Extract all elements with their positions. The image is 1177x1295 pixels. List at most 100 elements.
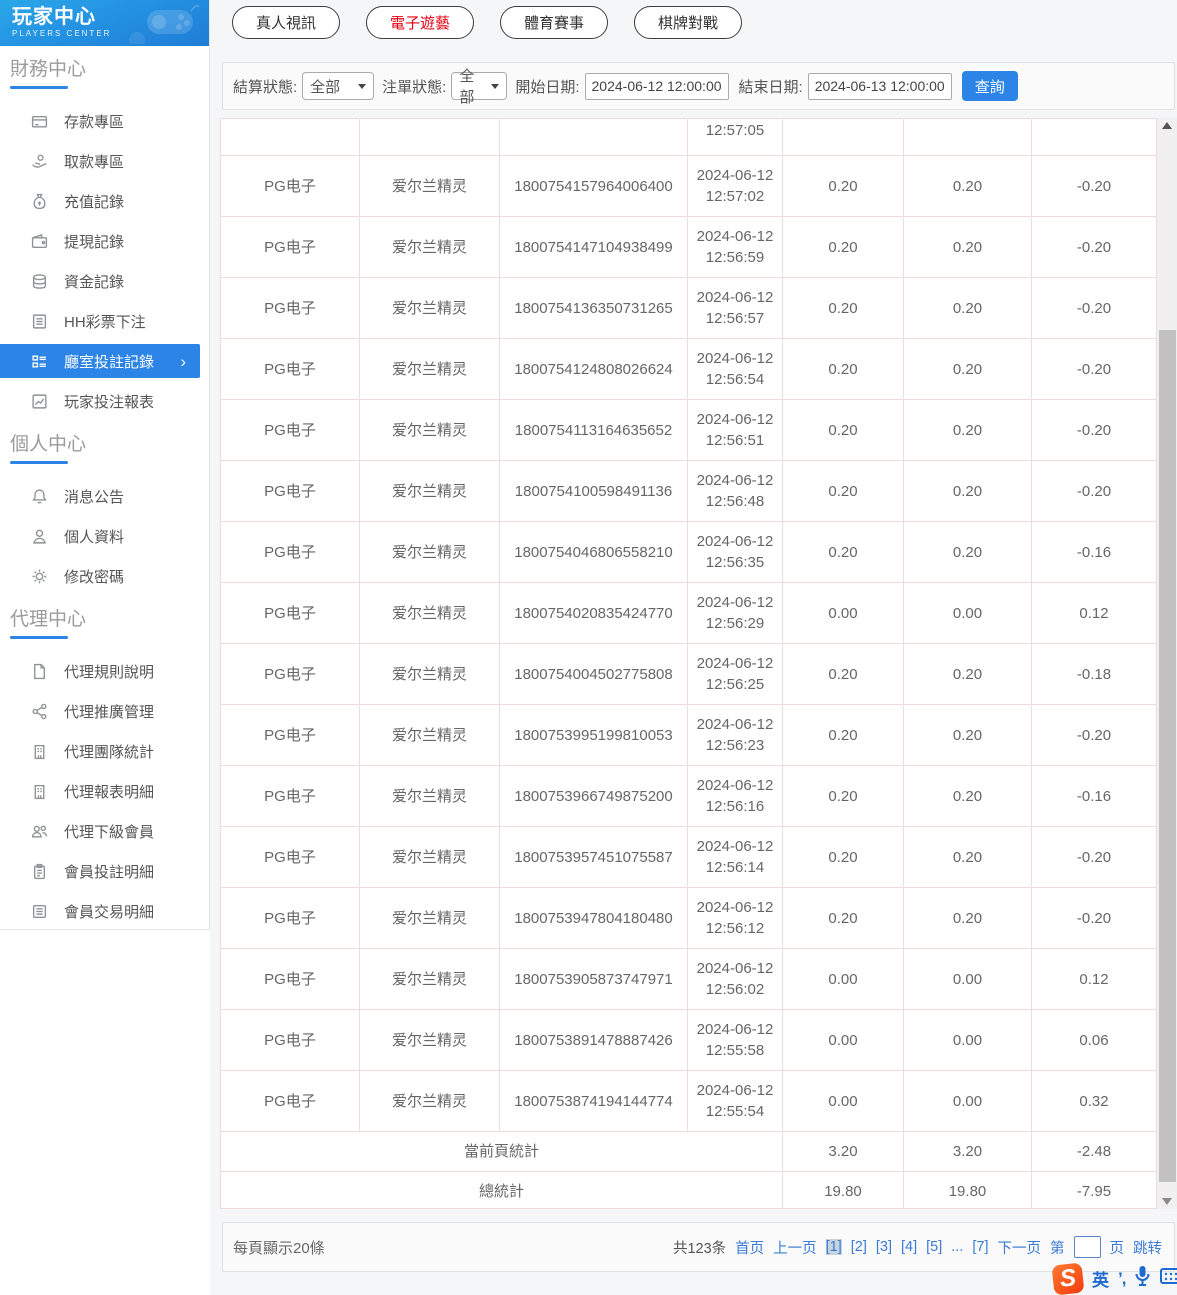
sidebar-item-room-bet-records[interactable]: 廳室投註記錄 › xyxy=(0,344,200,378)
page-link-[interactable]: ... xyxy=(951,1239,963,1255)
sidebar-item-announcements[interactable]: 消息公告 xyxy=(0,476,209,516)
cell-text: PG电子 xyxy=(264,726,316,744)
page-link-2[interactable]: [2] xyxy=(851,1239,867,1255)
table-row[interactable]: PG电子 爱尔兰精灵 1800754157964006400 2024-06-12 12… xyxy=(221,156,1156,217)
cell-platform: PG电子 xyxy=(221,1010,360,1071)
table-row[interactable]: PG电子 爱尔兰精灵 1800753966749875200 2024-06-12 12… xyxy=(221,766,1156,827)
sidebar-item-recharge-record[interactable]: 充值記錄 xyxy=(0,181,209,221)
scroll-down-arrow-icon[interactable] xyxy=(1161,1198,1172,1205)
sidebar-item-profile[interactable]: 個人資料 xyxy=(0,516,209,556)
table-row[interactable]: PG电子 爱尔兰精灵 1800754124808026624 2024-06-12 12… xyxy=(221,339,1156,400)
cell-profit xyxy=(1032,119,1156,156)
sidebar-item-withdraw-record[interactable]: 提現記錄 xyxy=(0,221,209,261)
sogou-logo-icon[interactable]: S xyxy=(1051,1262,1085,1295)
table-row[interactable]: PG电子 爱尔兰精灵 1800754100598491136 2024-06-12 12… xyxy=(221,461,1156,522)
sidebar-item-member-bet-detail[interactable]: 會員投註明細 xyxy=(0,851,209,891)
cell-text: 3.20 xyxy=(828,1143,858,1160)
cell-text: 1800754136350731265 xyxy=(514,299,673,317)
table-row[interactable]: PG电子 爱尔兰精灵 1800753995199810053 2024-06-12 12… xyxy=(221,705,1156,766)
jump-button[interactable]: 跳转 xyxy=(1133,1237,1162,1258)
keyboard-icon[interactable] xyxy=(1160,1267,1177,1290)
table-row[interactable]: PG电子 爱尔兰精灵 1800753957451075587 2024-06-12 12… xyxy=(221,827,1156,888)
ime-language-toggle[interactable]: 英 xyxy=(1092,1266,1109,1291)
cell-text: -2.48 xyxy=(1076,1143,1112,1160)
order-status-select[interactable]: 全部 xyxy=(451,68,508,106)
sidebar-section: 代理中心 代理規則說明 代理推廣管理 代理團隊統計 代理報表明細 代理下級會員 會員投註明細… xyxy=(0,606,209,931)
cell-text: 0.20 xyxy=(952,177,983,195)
cell-text: 12:56:59 xyxy=(705,249,765,266)
cell-bet xyxy=(783,119,904,156)
cell-order: 1800753995199810053 xyxy=(500,705,688,766)
table-row[interactable]: PG电子 爱尔兰精灵 1800754147104938499 2024-06-12 12… xyxy=(221,217,1156,278)
cell-text: PG电子 xyxy=(264,604,316,622)
cell-order: 1800754020835424770 xyxy=(500,583,688,644)
sidebar-item-agent-report-detail[interactable]: 代理報表明細 xyxy=(0,771,209,811)
page-link-3[interactable]: [3] xyxy=(876,1239,892,1255)
cell-profit: -0.20 xyxy=(1032,217,1156,278)
sidebar-item-label: 取款專區 xyxy=(64,153,125,171)
search-button[interactable]: 查詢 xyxy=(961,71,1018,101)
prev-page-link[interactable]: 上一页 xyxy=(773,1237,817,1258)
sidebar-item-member-trade-detail[interactable]: 會員交易明細 xyxy=(0,891,209,931)
sidebar-item-agent-promotion[interactable]: 代理推廣管理 xyxy=(0,691,209,731)
table-scrollbar[interactable] xyxy=(1157,118,1177,1209)
jump-page-input[interactable] xyxy=(1073,1236,1101,1258)
cell-bet: 19.80 xyxy=(783,1172,904,1208)
sidebar-item-withdraw-zone[interactable]: 取款專區 xyxy=(0,141,209,181)
gamepad-icon xyxy=(129,2,201,46)
ime-punctuation-toggle[interactable]: ’, xyxy=(1118,1269,1127,1289)
cell-text: 0.00 xyxy=(952,1092,983,1110)
cell-text: -0.18 xyxy=(1076,665,1112,683)
cell-text: 12:56:25 xyxy=(705,676,765,693)
cell-datetime: 2024-06-12 12:56:57 xyxy=(688,278,783,339)
tab-electronic-games[interactable]: 電子遊藝 xyxy=(366,6,475,39)
tab-board-card-battle[interactable]: 棋牌對戰 xyxy=(634,6,743,39)
sidebar-item-change-password[interactable]: 修改密碼 xyxy=(0,556,209,596)
table-row[interactable]: PG电子 爱尔兰精灵 1800754004502775808 2024-06-12 12… xyxy=(221,644,1156,705)
scroll-up-arrow-icon[interactable] xyxy=(1161,122,1172,129)
tab-live-video[interactable]: 真人視訊 xyxy=(232,6,341,39)
sidebar-item-deposit-zone[interactable]: 存款專區 xyxy=(0,101,209,141)
table-row[interactable]: PG电子 爱尔兰精灵 1800754046806558210 2024-06-12 12… xyxy=(221,522,1156,583)
microphone-icon[interactable] xyxy=(1134,1265,1151,1292)
table-row[interactable]: PG电子 爱尔兰精灵 1800754020835424770 2024-06-12 12… xyxy=(221,583,1156,644)
tab-sports-events[interactable]: 體育賽事 xyxy=(500,6,609,39)
sidebar-item-label: 提現記錄 xyxy=(64,233,125,251)
cell-profit: -0.20 xyxy=(1032,278,1156,339)
first-page-link[interactable]: 首页 xyxy=(735,1237,764,1258)
file-icon xyxy=(30,662,48,680)
start-date-input[interactable] xyxy=(584,72,729,100)
cell-order: 1800754136350731265 xyxy=(500,278,688,339)
sidebar-item-agent-team-stats[interactable]: 代理團隊統計 xyxy=(0,731,209,771)
table-row[interactable]: PG电子 爱尔兰精灵 1800754113164635652 2024-06-12 12… xyxy=(221,400,1156,461)
sidebar-item-agent-sub-members[interactable]: 代理下級會員 xyxy=(0,811,209,851)
page-link-4[interactable]: [4] xyxy=(901,1239,917,1255)
table-row[interactable]: PG电子 爱尔兰精灵 1800754136350731265 2024-06-12 12… xyxy=(221,278,1156,339)
scrollbar-thumb[interactable] xyxy=(1158,330,1176,1182)
cell-text: 12:57:05 xyxy=(705,122,765,139)
page-link-5[interactable]: [5] xyxy=(926,1239,942,1255)
table-row[interactable]: PG电子 爱尔兰精灵 1800753891478887426 2024-06-12 12… xyxy=(221,1010,1156,1071)
next-page-link[interactable]: 下一页 xyxy=(998,1237,1042,1258)
cell-game: 爱尔兰精灵 xyxy=(360,522,500,583)
sidebar-item-funds-record[interactable]: 資金記錄 xyxy=(0,261,209,301)
cell-game: 爱尔兰精灵 xyxy=(360,583,500,644)
cell-profit: -0.16 xyxy=(1032,766,1156,827)
sidebar-section-title: 財務中心 xyxy=(10,59,87,80)
cell-profit: -0.20 xyxy=(1032,339,1156,400)
cell-bet: 0.20 xyxy=(783,278,904,339)
table-row[interactable]: PG电子 爱尔兰精灵 1800753874194144774 2024-06-12 12… xyxy=(221,1071,1156,1132)
settle-status-select[interactable]: 全部 xyxy=(302,72,375,100)
cell-valid: 0.20 xyxy=(904,827,1032,888)
table-row[interactable]: PG电子 爱尔兰精灵 1800753905873747971 2024-06-12 12… xyxy=(221,949,1156,1010)
page-link-1[interactable]: [1] xyxy=(825,1239,842,1255)
end-date-input[interactable] xyxy=(807,72,952,100)
table-row[interactable]: PG电子 爱尔兰精灵 1800753947804180480 2024-06-12 12… xyxy=(221,888,1156,949)
gridmenu-icon xyxy=(30,352,48,370)
page-link-7[interactable]: [7] xyxy=(972,1239,988,1255)
sidebar-item-agent-rules[interactable]: 代理規則說明 xyxy=(0,651,209,691)
cell-text: 2024-06-12 xyxy=(696,350,774,367)
sidebar-item-hh-lottery-bets[interactable]: HH彩票下注 xyxy=(0,301,209,341)
cell-game: 爱尔兰精灵 xyxy=(360,156,500,217)
sidebar-item-player-bet-report[interactable]: 玩家投注報表 xyxy=(0,381,209,421)
